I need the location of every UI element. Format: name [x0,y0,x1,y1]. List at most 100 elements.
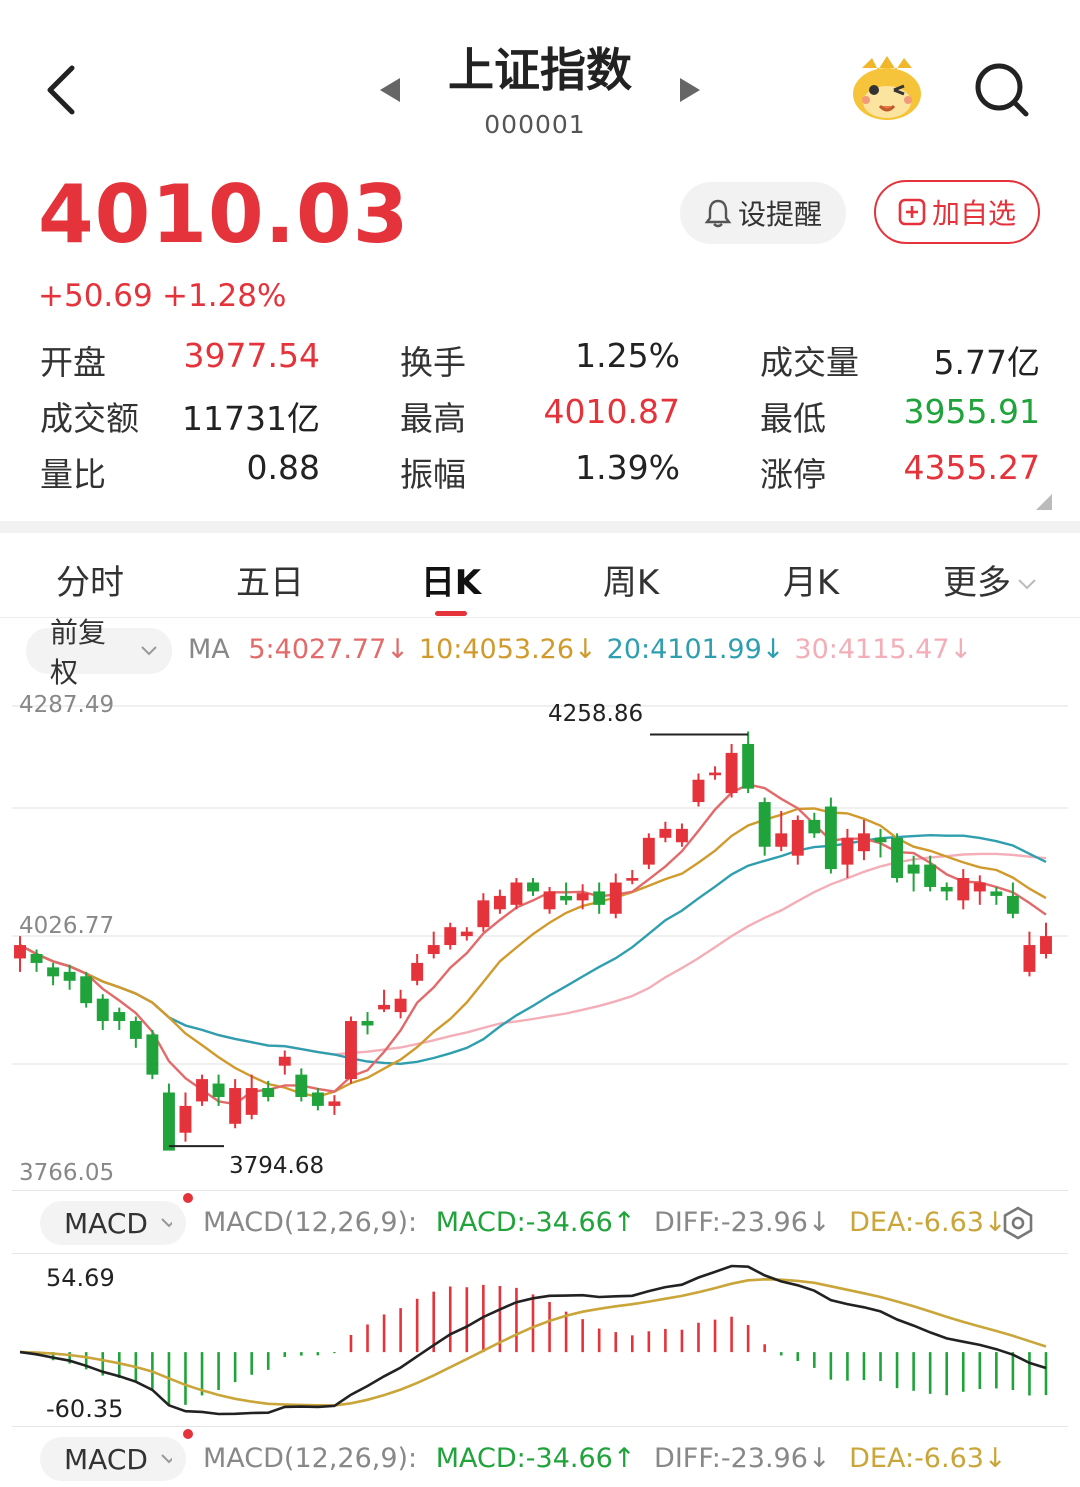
candle-body [675,828,688,843]
tab-label: 分时 [56,563,124,603]
tab-label: 周K [602,563,660,603]
candle-body [245,1088,258,1115]
stat-value-amount: 11731亿 [182,399,320,438]
macd-value-2: MACD:-34.66↑ [435,1443,636,1474]
mascot-icon [853,56,921,120]
low-annotation: 3794.68 [229,1153,325,1179]
candle-body [80,976,93,1004]
candle-body [47,967,60,977]
candle-body [262,1088,275,1097]
candle-body [1040,936,1052,954]
plus-square-icon [898,198,926,226]
ma-item-2: 20:4101.99↓ [606,634,785,665]
tab-label: 更多 [943,563,1011,603]
stat-label-open: 开盘 [40,343,106,382]
adjust-selector[interactable]: 前复权 [26,616,172,689]
ma-legend: MA 5:4027.77↓ 10:4053.26↓ 20:4101.99↓ 30:41… [188,634,972,665]
stat-label-volume-ratio: 量比 [40,455,106,494]
dea-value: DEA:-6.63↓ [849,1207,1007,1238]
ma-item-0: 5:4027.77↓ [248,634,409,665]
candle-body [1023,945,1036,972]
add-watchlist-label: 加自选 [931,197,1016,230]
candle-body [725,752,738,794]
macd-value: MACD:-34.66↑ [435,1207,636,1238]
macd-selector-2[interactable]: MACD [40,1437,186,1481]
stat-value-amplitude: 1.39% [575,448,680,487]
active-tab-indicator [435,611,467,616]
section-divider [0,521,1080,533]
candle-body [146,1034,159,1075]
candle-body [758,802,771,847]
macd-axis-top: 54.69 [46,1264,115,1292]
chevron-down-icon [1018,578,1036,589]
tab-intraday[interactable]: 分时 [10,555,170,604]
tab-daily-k[interactable]: 日K [371,555,531,604]
candle-body [891,837,904,879]
candle-body [278,1056,291,1066]
tab-five-day[interactable]: 五日 [190,555,350,604]
candle-body [229,1088,242,1124]
candle-body [560,895,573,901]
diff-value: DIFF:-23.96↓ [654,1207,831,1238]
candle-body [543,891,556,910]
mascot-button[interactable] [848,54,926,124]
triangle-right-icon [680,78,700,102]
macd-params-2: MACD(12,26,9): [203,1443,418,1474]
candle-body [742,743,755,789]
tab-monthly-k[interactable]: 月K [731,555,891,604]
macd-chart[interactable] [0,1254,1080,1426]
candle-body [460,931,473,937]
macd-axis-bottom: -60.35 [46,1395,124,1423]
macd-notify-dot [183,1193,193,1203]
set-alert-button[interactable]: 设提醒 [680,182,846,244]
candle-body [394,998,407,1013]
candle-body [609,882,622,914]
macd-settings-button[interactable] [1000,1205,1036,1241]
macd-selector-label: MACD [64,1206,148,1240]
tab-more[interactable]: 更多 [910,555,1070,604]
stat-value-limit-up: 4355.27 [903,448,1040,487]
adjust-label: 前复权 [50,616,107,689]
candle-body [311,1092,324,1106]
stat-value-volume: 5.77亿 [933,343,1040,382]
stat-value-high: 4010.87 [543,392,680,431]
back-button[interactable] [38,60,88,120]
candle-body [295,1074,308,1097]
tab-label: 月K [782,563,840,603]
stat-label-turnover: 换手 [400,343,466,382]
candle-body [924,864,937,887]
tab-weekly-k[interactable]: 周K [551,555,711,604]
candle-body [179,1105,192,1133]
kline-chart[interactable] [0,680,1080,1190]
ma-item-1: 10:4053.26↓ [418,634,597,665]
ma-item-3: 30:4115.47↓ [794,634,973,665]
kline-axis-mid: 4026.77 [19,913,115,939]
tab-label: 日K [420,563,482,603]
candle-body [212,1083,225,1097]
candle-body [642,837,655,865]
current-price: 4010.03 [38,168,410,261]
bell-icon [704,199,732,228]
macd-selector[interactable]: MACD [40,1201,186,1245]
candle-body [957,878,970,901]
candle-body [576,893,589,901]
candle-body [328,1101,341,1106]
chevron-down-icon [161,1218,172,1228]
add-watchlist-button[interactable]: 加自选 [874,180,1040,244]
next-stock-button[interactable] [676,76,702,104]
candle-body [858,833,870,852]
price-change-pct: +1.28% [162,278,287,314]
candle-body [527,882,539,892]
diff-value-2: DIFF:-23.96↓ [654,1443,831,1474]
kline-axis-top: 4287.49 [19,692,115,718]
expand-corner-icon[interactable] [1036,494,1052,510]
candle-body [791,819,804,856]
ma5-line [19,783,1047,1106]
stat-value-turnover: 1.25% [575,336,680,375]
stat-label-low: 最低 [760,399,826,438]
chevron-down-icon [141,646,158,656]
candle-body [196,1079,208,1102]
stat-label-high: 最高 [400,399,466,438]
dea-value-2: DEA:-6.63↓ [849,1443,1007,1474]
search-button[interactable] [974,62,1030,118]
